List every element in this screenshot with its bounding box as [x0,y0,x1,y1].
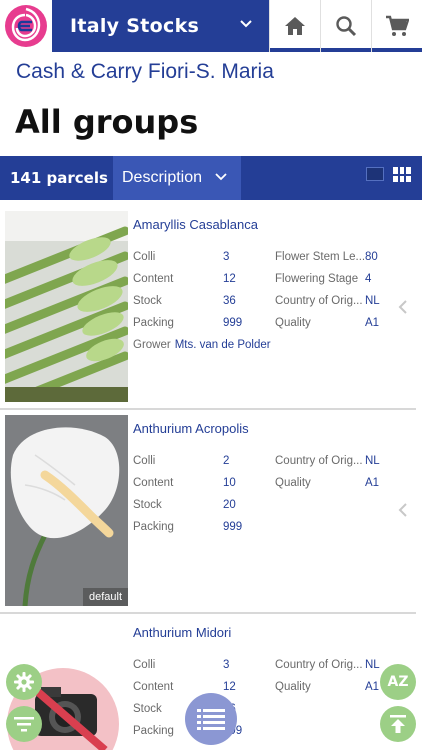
home-button[interactable] [269,0,319,52]
grower-value: Mts. van de Polder [174,339,271,351]
home-icon [284,17,305,35]
attr-value: A1 [365,681,380,693]
search-icon [335,16,356,37]
list-menu-button[interactable] [185,693,237,745]
attr-label: Stock [133,703,162,715]
attr-value: 10 [223,477,236,489]
cart-icon [386,15,409,36]
arrow-up-icon [390,715,406,733]
chevron-down-icon [240,20,252,28]
attr-label: Quality [275,317,311,329]
settings-button[interactable] [6,664,42,700]
page-title: All groups [15,103,199,141]
attr-label: Country of Orig... [275,659,363,671]
list-icon [197,709,225,730]
attr-value: 3 [223,251,230,263]
attr-label: Packing [133,725,174,737]
sort-value: Description [122,169,203,186]
attr-value: 3 [223,659,230,671]
attr-value: A1 [365,477,380,489]
attr-value: 12 [223,273,236,285]
grower-row: Grower Mts. van de Polder [133,339,271,351]
attr-value: 999 [223,317,243,329]
attr-value: 2 [223,455,230,467]
attr-value: NL [365,659,380,671]
attr-label: Colli [133,455,156,467]
product-card[interactable]: default Anthurium Acropolis Colli 2 Cont… [0,410,422,614]
attr-label: Country of Orig... [275,455,363,467]
attr-label: Quality [275,477,311,489]
product-name: Amaryllis Casablanca [133,217,258,232]
attr-value: 20 [223,499,236,511]
attr-label: Flower Stem Le... [275,251,366,263]
sort-az-label: AZ [387,674,409,690]
search-button[interactable] [320,0,370,52]
attr-label: Colli [133,251,156,263]
parcel-count: 141 parcels [10,169,108,187]
product-name: Anthurium Midori [133,625,232,640]
attr-label: Content [133,273,174,285]
attr-value: 12 [223,681,236,693]
cart-button[interactable] [371,0,422,52]
product-image [5,211,128,402]
attr-value: 80 [365,251,378,263]
product-image: default [5,415,128,606]
attr-value: 4 [365,273,372,285]
attr-value: 999 [223,521,243,533]
attr-value: 36 [223,295,236,307]
attr-label: Packing [133,521,174,533]
top-bar: Italy Stocks [0,0,422,52]
filter-bar: 141 parcels Description [0,156,422,200]
store-name: Cash & Carry Fiori-S. Maria [16,60,274,83]
attr-value: NL [365,455,380,467]
attr-label: Country of Orig... [275,295,363,307]
filter-button[interactable] [6,706,42,742]
attr-label: Stock [133,295,162,307]
attr-label: Content [133,681,174,693]
list-view-icon[interactable] [366,167,384,181]
attr-label: Content [133,477,174,489]
gear-icon [14,672,34,692]
chevron-right-icon[interactable] [398,299,408,315]
scroll-top-button[interactable] [380,706,416,742]
product-card[interactable]: Amaryllis Casablanca Colli 3 Content 12 … [0,206,422,410]
attr-label: Stock [133,499,162,511]
chevron-down-icon [215,173,227,181]
grid-view-icon[interactable] [393,167,411,182]
shop-selector[interactable]: Italy Stocks [52,0,269,52]
product-name: Anthurium Acropolis [133,421,249,436]
shop-name: Italy Stocks [70,15,200,37]
sort-select[interactable]: Description [113,156,241,200]
sort-az-button[interactable]: AZ [380,664,416,700]
chevron-right-icon[interactable] [398,502,408,518]
grower-label: Grower [133,339,171,351]
default-image-badge: default [82,588,128,606]
filter-icon [14,717,34,732]
attr-label: Packing [133,317,174,329]
attr-label: Flowering Stage [275,273,359,285]
app-logo[interactable] [0,0,52,52]
attr-value: A1 [365,317,380,329]
attr-label: Quality [275,681,311,693]
attr-value: NL [365,295,380,307]
attr-label: Colli [133,659,156,671]
